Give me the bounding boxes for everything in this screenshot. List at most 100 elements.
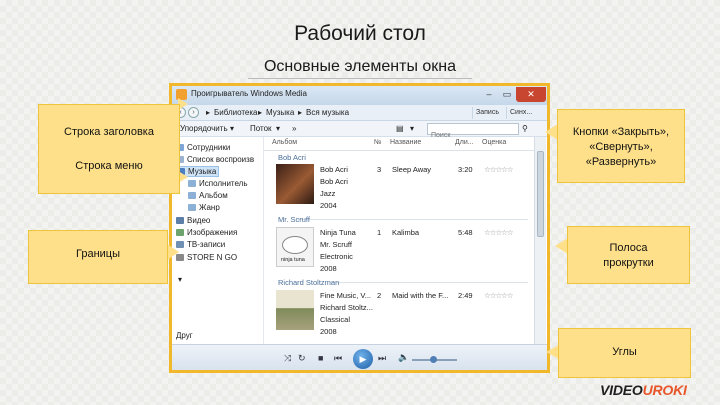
forward-arrow-icon[interactable]: › [188, 107, 199, 118]
sidebar-item-tv[interactable]: ТВ-записи [176, 240, 225, 249]
rating-stars[interactable]: ☆☆☆☆☆ [484, 228, 514, 237]
sidebar-item-label: Альбом [199, 191, 228, 200]
year: 2004 [320, 201, 337, 210]
sidebar-item-album[interactable]: Альбом [188, 191, 228, 200]
image-icon [176, 229, 184, 237]
sidebar-item-label: Список воспроизв [187, 155, 255, 164]
callout-window-buttons: Кнопки «Закрыть», «Свернуть», «Развернут… [557, 109, 685, 183]
search-box[interactable] [427, 123, 519, 141]
track-title[interactable]: Sleep Away [392, 165, 431, 174]
rating-stars[interactable]: ☆☆☆☆☆ [484, 291, 514, 300]
track-number: 2 [377, 291, 382, 300]
next-icon[interactable]: ⏭ [378, 353, 386, 364]
column-number[interactable]: № [374, 139, 382, 146]
sidebar-item-artist[interactable]: Исполнитель [188, 179, 248, 188]
view-options-icon[interactable]: ▤ [396, 124, 404, 133]
playback-controls: ⤨ ↻ ■ ⏮ ▶ ⏭ 🔈 [172, 344, 547, 370]
year: 2008 [320, 327, 337, 336]
menu-bar: Упорядочить ▾ Поток ▾ » ▤ ▾ ⚲ [172, 121, 547, 141]
previous-icon[interactable]: ⏮ [334, 353, 342, 364]
column-rating[interactable]: Оценка [482, 139, 506, 146]
slide-subtitle: Основные элементы окна [263, 58, 457, 75]
genre: Jazz [320, 189, 336, 198]
album-name: Bob Acri [320, 165, 348, 174]
track-title[interactable]: Kalimba [392, 228, 419, 237]
sidebar-item-other-libraries[interactable]: Друг [176, 331, 193, 340]
column-length[interactable]: Дли... [455, 139, 474, 146]
navigation-bar: ‹ › ▸ Библиотека ▸ Музыка ▸ Вся музыка З… [172, 105, 547, 121]
sidebar-item-playlists[interactable]: Список воспроизв [176, 155, 254, 164]
shuffle-icon[interactable]: ⤨ [284, 353, 291, 364]
callout-buttons-line-3: «Развернуть» [585, 156, 657, 168]
callout-corners: Углы [558, 328, 691, 378]
mute-icon[interactable]: 🔈 [398, 352, 409, 363]
track-title[interactable]: Maid with the F... [392, 291, 448, 300]
group-divider [298, 219, 528, 220]
breadcrumb-separator-icon: ▸ [298, 108, 303, 117]
sidebar-item-pictures[interactable]: Изображения [176, 228, 237, 237]
album-cover[interactable] [276, 164, 314, 204]
artist-name: Mr. Scruff [320, 240, 352, 249]
search-icon[interactable]: ⚲ [522, 124, 528, 133]
minimize-button[interactable]: – [480, 87, 498, 102]
genre: Electronic [320, 252, 353, 261]
sidebar-item-label: Исполнитель [199, 179, 248, 188]
stream-menu[interactable]: Поток [250, 124, 272, 133]
track-number: 1 [377, 228, 382, 237]
column-album[interactable]: Альбом [272, 139, 297, 146]
title-bar[interactable]: Проигрыватель Windows Media – ▭ ✕ [172, 86, 547, 105]
breadcrumb-music[interactable]: Музыка [266, 108, 294, 117]
video-icon [176, 217, 184, 225]
track-length: 2:49 [458, 291, 473, 300]
sidebar-item-label: Музыка [188, 167, 217, 176]
callout-title-bar: Строка заголовка Строка меню [38, 104, 180, 194]
stop-icon[interactable]: ■ [318, 353, 323, 363]
group-header: Richard Stoltzman [278, 278, 340, 287]
sidebar-item-label: Жанр [199, 203, 220, 212]
maximize-button[interactable]: ▭ [498, 87, 516, 102]
album-cover[interactable] [276, 290, 314, 330]
sidebar-item-contacts[interactable]: Сотрудники [176, 143, 230, 152]
more-commands-icon[interactable]: » [292, 124, 296, 133]
view-chevron-down-icon[interactable]: ▾ [410, 124, 414, 133]
subtitle-underline [248, 78, 472, 79]
repeat-icon[interactable]: ↻ [298, 353, 306, 364]
sidebar-item-video[interactable]: Видео [176, 216, 210, 225]
organize-chevron-down-icon[interactable]: ▾ [230, 124, 234, 133]
scrollbar-thumb[interactable] [537, 151, 544, 237]
track-length: 5:48 [458, 228, 473, 237]
callout-scrollbars: Полоса прокрутки [567, 226, 690, 284]
callout-buttons-line-1: Кнопки «Закрыть», [572, 126, 670, 138]
column-title[interactable]: Название [390, 139, 421, 146]
stream-chevron-down-icon[interactable]: ▾ [276, 124, 280, 133]
album-cover[interactable]: ninja tuna [276, 227, 314, 267]
breadcrumb-separator-icon: ▸ [258, 108, 263, 117]
group-header: Mr. Scruff [278, 215, 310, 224]
organize-menu[interactable]: Упорядочить [180, 124, 228, 133]
artist-icon [188, 180, 196, 188]
volume-slider-knob[interactable] [430, 356, 437, 363]
group-header: Bob Acri [278, 153, 306, 162]
rating-stars[interactable]: ☆☆☆☆☆ [484, 165, 514, 174]
vertical-scrollbar[interactable] [534, 137, 546, 344]
callout-menu-bar-label: Строка меню [75, 160, 143, 172]
play-button[interactable]: ▶ [353, 349, 373, 369]
cover-cloud-shape [282, 236, 308, 254]
album-icon [188, 192, 196, 200]
album-name: Fine Music, V... [320, 291, 371, 300]
expand-arrow-icon[interactable]: ▾ [178, 275, 182, 284]
breadcrumb-library[interactable]: Библиотека [214, 108, 258, 117]
breadcrumb-separator-icon: ▸ [206, 108, 211, 117]
tab-burn[interactable]: Запись [472, 107, 502, 119]
sidebar-item-genre[interactable]: Жанр [188, 203, 220, 212]
callout-scrollbars-line-2: прокрутки [603, 257, 654, 269]
column-headers: Альбом № Название Дли... Оценка [264, 137, 534, 151]
breadcrumb-all-music[interactable]: Вся музыка [306, 108, 349, 117]
genre-icon [188, 204, 196, 212]
group-divider [330, 282, 528, 283]
sidebar-item-label: Сотрудники [187, 143, 231, 152]
tab-sync[interactable]: Синх... [506, 107, 535, 119]
sidebar-item-store-n-go[interactable]: STORE N GO [176, 253, 237, 262]
artist-name: Richard Stoltz... [320, 303, 373, 312]
close-button[interactable]: ✕ [516, 87, 546, 102]
